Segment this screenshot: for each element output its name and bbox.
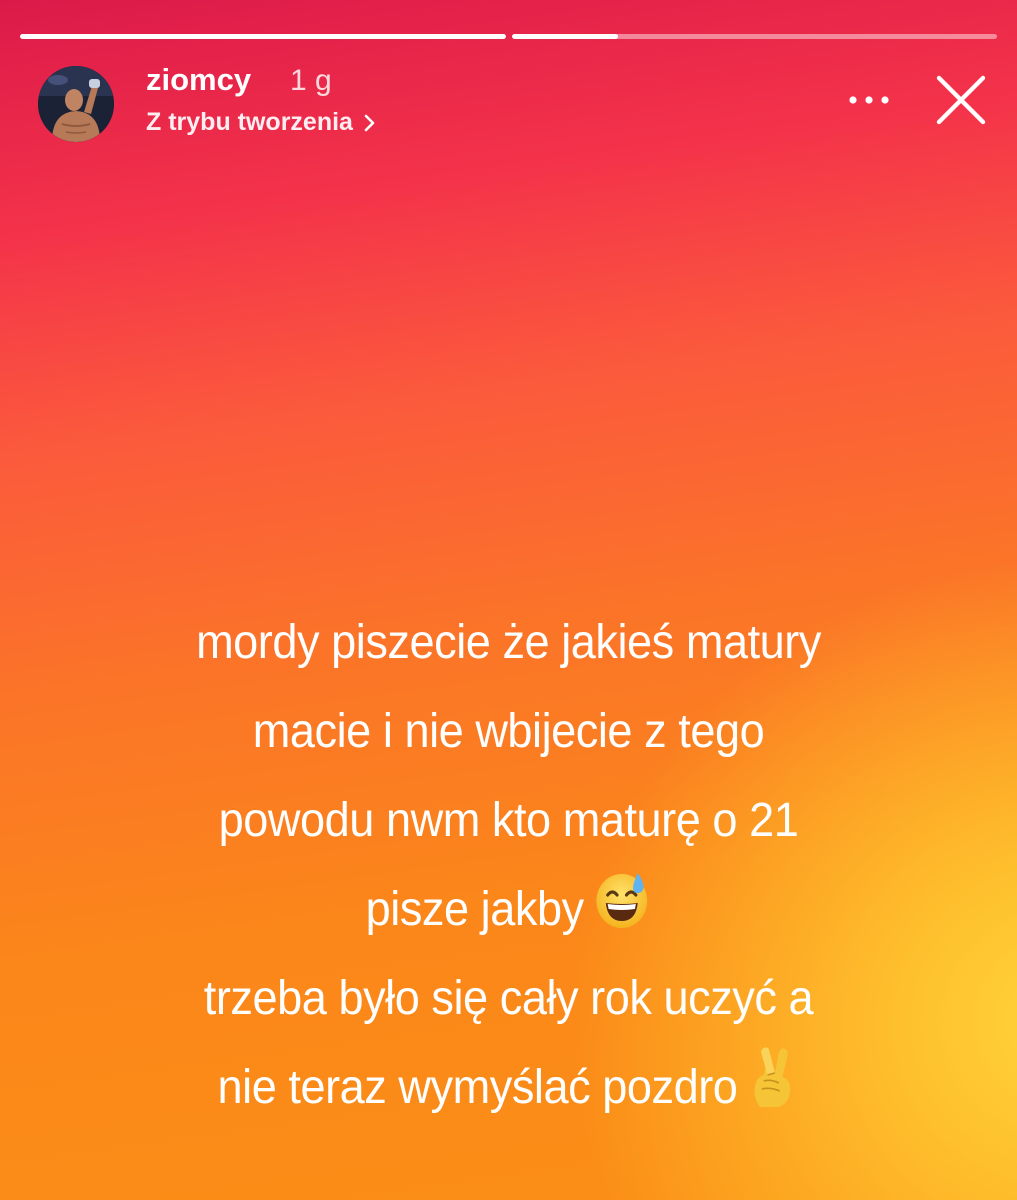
story-text-line: powodu nwm kto maturę o 21 <box>218 794 799 847</box>
progress-segment-fill <box>20 34 506 39</box>
progress-segment-fill <box>511 34 619 39</box>
story-text: mordy piszecie że jakieś matury macie i … <box>87 598 930 1132</box>
grinning-sweat-emoji <box>596 873 648 928</box>
story-header: ziomcy 1 g Z trybu tworzenia <box>32 62 993 146</box>
story-view[interactable]: ziomcy 1 g Z trybu tworzenia mordy pisze… <box>0 0 1017 1200</box>
close-icon[interactable] <box>933 72 989 128</box>
more-options-icon[interactable] <box>845 86 893 114</box>
story-progress-bar <box>20 34 997 39</box>
post-time: 1 g <box>290 64 332 97</box>
progress-segment <box>20 34 506 39</box>
story-text-line: trzeba było się cały rok uczyć a <box>203 972 814 1025</box>
username[interactable]: ziomcy <box>146 62 251 98</box>
create-mode-label: Z trybu tworzenia <box>146 108 353 136</box>
avatar[interactable] <box>38 66 114 142</box>
crossed-fingers-emoji <box>754 1047 791 1107</box>
story-text-line: macie i nie wbijecie z tego <box>252 705 765 758</box>
avatar-image <box>38 66 114 142</box>
story-text-line: pisze jakby <box>365 883 585 936</box>
story-text-line: nie teraz wymyślać pozdro <box>217 1061 738 1114</box>
chevron-right-icon <box>364 114 375 131</box>
progress-segment <box>511 34 997 39</box>
create-mode-link[interactable]: Z trybu tworzenia <box>146 108 379 137</box>
story-text-line: mordy piszecie że jakieś matury <box>196 616 821 669</box>
story-text-line-with-emoji: pisze jakby <box>87 865 930 954</box>
story-text-line-with-emoji: nie teraz wymyślać pozdro <box>87 1043 930 1132</box>
